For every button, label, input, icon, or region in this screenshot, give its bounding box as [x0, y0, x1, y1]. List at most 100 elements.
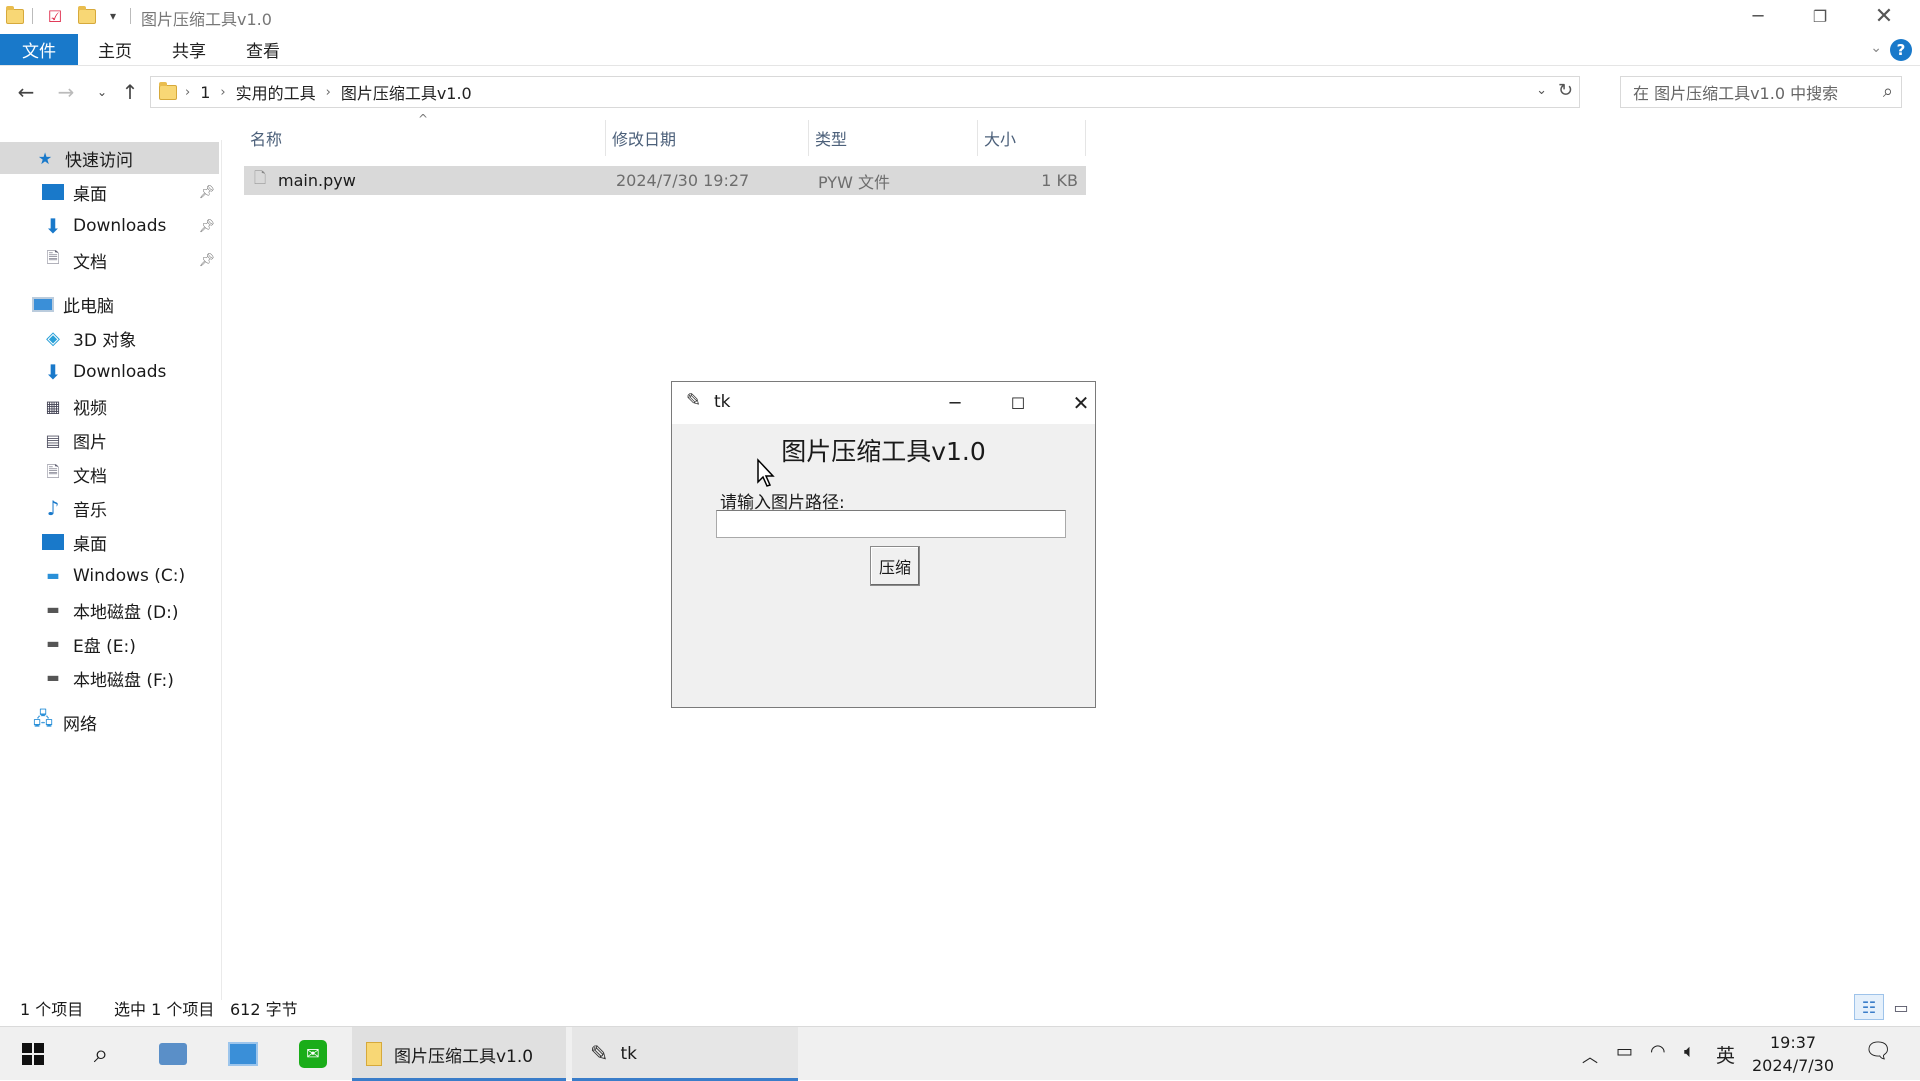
clock-time: 19:37 — [1769, 1033, 1817, 1052]
pinned-app-icon[interactable] — [140, 1027, 206, 1081]
sidebar-item-pictures[interactable]: ▤ 图片 — [0, 424, 219, 456]
sidebar-item-drive-f[interactable]: ▬ 本地磁盘 (F:) — [0, 662, 219, 694]
column-header-name[interactable]: 名称 — [244, 120, 606, 156]
sidebar-item-3d-objects[interactable]: ◈ 3D 对象 — [0, 322, 219, 354]
divider — [130, 8, 131, 24]
refresh-icon[interactable]: ↻ — [1558, 80, 1573, 101]
details-view-icon[interactable]: ☷ — [1854, 994, 1884, 1020]
sidebar-item-network[interactable]: 🖧︎ 网络 — [0, 706, 219, 738]
wifi-icon[interactable]: ◠ — [1650, 1041, 1666, 1062]
pin-icon[interactable]: 📌︎ — [198, 185, 215, 200]
file-row[interactable]: 🗋 main.pyw 2024/7/30 19:27 PYW 文件 1 KB — [244, 166, 1086, 195]
sidebar-item-downloads-pc[interactable]: ⬇ Downloads — [0, 356, 219, 388]
chevron-down-icon[interactable]: ⌄ — [1870, 40, 1882, 56]
sidebar-item-music[interactable]: ♪ 音乐 — [0, 492, 219, 524]
pin-icon[interactable]: 📌︎ — [198, 219, 215, 234]
sidebar-item-documents-pc[interactable]: 🗎 文档 — [0, 458, 219, 490]
minimize-button[interactable]: ─ — [1730, 0, 1786, 32]
column-header-date[interactable]: 修改日期 — [606, 120, 809, 156]
status-bar: 1 个项目 选中 1 个项目 612 字节 ☷ ▭ — [0, 994, 1920, 1022]
tab-share[interactable]: 共享 — [158, 34, 220, 65]
sidebar-item-drive-d[interactable]: ▬ 本地磁盘 (D:) — [0, 594, 219, 626]
title-bar: ☑ ▾ 图片压缩工具v1.0 ─ ❐ ✕ — [0, 0, 1920, 32]
chevron-right-icon[interactable]: › — [324, 85, 333, 100]
back-arrow-icon[interactable]: ← — [12, 78, 40, 106]
taskbar-item-tk[interactable]: ✎ tk — [572, 1027, 798, 1081]
chevron-right-icon[interactable]: › — [218, 85, 227, 100]
sidebar-item-this-pc[interactable]: 此电脑 — [0, 288, 219, 320]
clock[interactable]: 19:37 2024/7/30 — [1752, 1031, 1834, 1077]
help-icon[interactable]: ? — [1890, 39, 1912, 61]
pin-icon[interactable]: 📌︎ — [198, 253, 215, 268]
file-icon: 🗋 — [254, 169, 267, 187]
drive-icon: ▬ — [46, 602, 60, 618]
restore-button[interactable]: ❐ — [1792, 0, 1848, 32]
column-header-size[interactable]: 大小 — [978, 120, 1086, 156]
breadcrumb-item[interactable]: 1 — [192, 83, 218, 102]
start-button[interactable] — [0, 1027, 66, 1081]
ribbon: 文件 主页 共享 查看 ⌄ ? — [0, 34, 1920, 66]
large-icons-view-icon[interactable]: ▭ — [1886, 994, 1916, 1020]
notification-icon[interactable]: 🗨︎ — [1864, 1039, 1892, 1064]
tab-view[interactable]: 查看 — [232, 34, 294, 65]
sidebar-item-videos[interactable]: ▦ 视频 — [0, 390, 219, 422]
app-heading: 图片压缩工具v1.0 — [781, 437, 986, 466]
search-icon[interactable]: ⌕ — [70, 1027, 132, 1081]
path-input[interactable] — [716, 510, 1066, 538]
breadcrumb-item[interactable]: 图片压缩工具v1.0 — [333, 80, 480, 104]
compress-button[interactable]: 压缩 — [870, 546, 920, 586]
feather-icon: ✎ — [590, 1041, 609, 1067]
close-button[interactable]: ✕ — [1856, 0, 1912, 32]
sidebar-item-drive-e[interactable]: ▬ E盘 (E:) — [0, 628, 219, 660]
network-icon: 🖧︎ — [32, 709, 54, 730]
maximize-button[interactable]: ☐ — [998, 388, 1038, 418]
window-title: 图片压缩工具v1.0 — [141, 10, 272, 29]
sidebar-item-label: Windows (C:) — [73, 566, 186, 586]
chevron-down-icon[interactable]: ⌄ — [1536, 83, 1547, 98]
new-folder-icon[interactable] — [76, 5, 98, 26]
sidebar-item-label: 文档 — [73, 466, 107, 487]
customize-toolbar-icon[interactable]: ▾ — [104, 6, 122, 26]
tab-home[interactable]: 主页 — [84, 34, 146, 65]
drive-icon: ▬ — [46, 636, 60, 652]
taskbar: ⌕ ✉ 图片压缩工具v1.0 ✎ tk ︿ ▭ ◠ 🔈︎ 英 19:37 202… — [0, 1026, 1920, 1081]
chevron-up-icon[interactable]: ︿ — [1582, 1043, 1598, 1067]
volume-icon[interactable]: 🔈︎ — [1684, 1041, 1695, 1062]
forward-arrow-icon[interactable]: → — [52, 78, 80, 106]
minimize-button[interactable]: ─ — [935, 388, 975, 418]
sidebar-item-documents[interactable]: 🗎 文档 📌︎ — [0, 244, 219, 276]
tk-title-bar[interactable]: ✎ tk ─ ☐ ✕ — [672, 382, 1095, 424]
selected-count: 选中 1 个项目 — [114, 1000, 215, 1019]
download-icon: ⬇ — [44, 214, 62, 238]
sidebar-item-drive-c[interactable]: ▬ Windows (C:) — [0, 560, 219, 592]
chevron-right-icon[interactable]: › — [183, 85, 192, 100]
recent-locations-icon[interactable]: ⌄ — [88, 78, 116, 106]
ime-indicator[interactable]: 英 — [1716, 1041, 1735, 1068]
music-note-icon: ♪ — [46, 496, 60, 520]
sidebar-item-downloads[interactable]: ⬇ Downloads 📌︎ — [0, 210, 219, 242]
sidebar-item-label: 本地磁盘 (D:) — [73, 602, 179, 623]
search-input[interactable]: 在 图片压缩工具v1.0 中搜索 ⌕ — [1620, 76, 1902, 108]
close-button[interactable]: ✕ — [1061, 388, 1101, 418]
pinned-app-icon[interactable]: ✉ — [280, 1027, 346, 1081]
download-icon: ⬇ — [44, 360, 62, 384]
computer-icon — [32, 294, 54, 314]
sidebar-item-label: 本地磁盘 (F:) — [73, 670, 174, 691]
sidebar-item-label: 3D 对象 — [73, 330, 137, 351]
up-arrow-icon[interactable]: ↑ — [116, 78, 144, 106]
taskbar-item-explorer[interactable]: 图片压缩工具v1.0 — [352, 1027, 566, 1081]
properties-icon[interactable]: ☑ — [44, 6, 66, 26]
star-icon: ★ — [37, 148, 53, 168]
address-bar[interactable]: › 1 › 实用的工具 › 图片压缩工具v1.0 ⌄ ↻ — [150, 76, 1580, 108]
sidebar-item-quick-access[interactable]: ★ 快速访问 — [0, 142, 219, 174]
breadcrumb-item[interactable]: 实用的工具 — [228, 80, 324, 104]
folder-icon — [366, 1042, 382, 1066]
tab-file[interactable]: 文件 — [0, 34, 78, 65]
sidebar-item-desktop-pc[interactable]: 桌面 — [0, 526, 219, 558]
battery-icon[interactable]: ▭ — [1616, 1041, 1633, 1062]
sidebar-item-label: Downloads — [73, 216, 167, 236]
pinned-app-icon[interactable] — [210, 1027, 276, 1081]
sidebar-item-desktop[interactable]: 桌面 📌︎ — [0, 176, 219, 208]
search-placeholder: 在 图片压缩工具v1.0 中搜索 — [1633, 84, 1839, 103]
column-header-type[interactable]: 类型 — [809, 120, 978, 156]
